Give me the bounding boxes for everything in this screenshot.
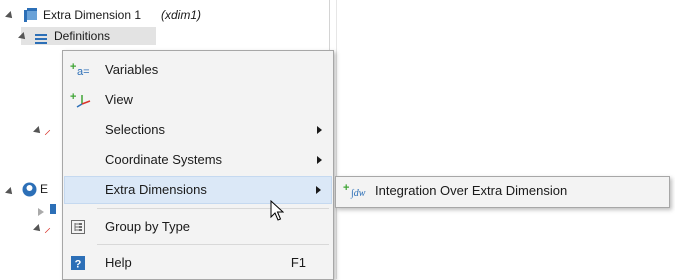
svg-text:a=: a=	[77, 66, 90, 78]
svg-text:+: +	[70, 62, 76, 73]
menu-item-label: Selections	[105, 122, 165, 137]
integration-icon: + ∫dw	[343, 182, 366, 199]
expand-arrow-icon[interactable]	[5, 11, 15, 21]
mouse-cursor-icon	[270, 199, 285, 225]
extra-dimension-icon	[24, 8, 37, 22]
menu-item-label: Group by Type	[105, 219, 191, 234]
help-icon: ?	[70, 255, 92, 271]
expand-arrow-icon[interactable]	[33, 126, 43, 136]
menu-item-label: Integration Over Extra Dimension	[375, 183, 568, 198]
expand-arrow-icon[interactable]	[33, 224, 43, 234]
tree-item-label: Definitions	[54, 29, 111, 43]
menu-item-label: Help	[105, 255, 132, 270]
tree-item-label-hidden: E	[40, 182, 49, 196]
menu-item-help[interactable]: ? Help F1	[64, 249, 332, 277]
component-icon	[22, 182, 37, 197]
geometry-icon: ⸝	[44, 121, 51, 137]
menu-item-shortcut: F1	[290, 255, 306, 270]
panel-divider-inner	[336, 0, 337, 279]
menu-item-extra-dimensions[interactable]: Extra Dimensions	[64, 176, 332, 204]
group-by-type-icon	[70, 219, 92, 235]
expand-arrow-icon[interactable]	[18, 32, 28, 42]
svg-text:+: +	[343, 183, 349, 194]
collapse-arrow-icon[interactable]	[38, 208, 44, 216]
geometry-icon: ⸝	[44, 219, 51, 235]
context-menu: + a= Variables + View Selections Coordin…	[62, 50, 334, 280]
svg-text:∫dw: ∫dw	[350, 188, 366, 199]
menu-item-view[interactable]: + View	[64, 86, 332, 114]
menu-item-integration-over-extra-dimension[interactable]: + ∫dw Integration Over Extra Dimension	[337, 177, 668, 205]
definitions-icon	[50, 204, 56, 214]
menu-separator	[97, 208, 329, 209]
view-icon: +	[70, 91, 92, 108]
submenu: + ∫dw Integration Over Extra Dimension	[335, 176, 670, 208]
svg-text:?: ?	[75, 259, 82, 271]
menu-item-selections[interactable]: Selections	[64, 116, 332, 144]
submenu-arrow-icon	[317, 156, 322, 164]
menu-item-label: Coordinate Systems	[105, 152, 223, 167]
submenu-arrow-icon	[317, 126, 322, 134]
menu-separator	[97, 244, 329, 245]
submenu-arrow-icon	[316, 186, 321, 194]
tree-item-tag: (xdim1)	[161, 8, 202, 22]
definitions-icon	[35, 31, 47, 44]
menu-item-label: Extra Dimensions	[105, 182, 207, 197]
svg-text:+: +	[70, 92, 76, 103]
menu-item-group-by-type[interactable]: Group by Type	[64, 213, 332, 241]
menu-item-coordinate-systems[interactable]: Coordinate Systems	[64, 146, 332, 174]
variables-icon: + a=	[70, 61, 92, 78]
menu-item-label: View	[105, 92, 133, 107]
tree-item-definitions[interactable]: Definitions	[18, 27, 156, 45]
expand-arrow-icon[interactable]	[5, 187, 15, 197]
tree-item-label: Extra Dimension 1	[43, 8, 142, 22]
menu-item-label: Variables	[105, 62, 159, 77]
menu-item-variables[interactable]: + a= Variables	[64, 56, 332, 84]
